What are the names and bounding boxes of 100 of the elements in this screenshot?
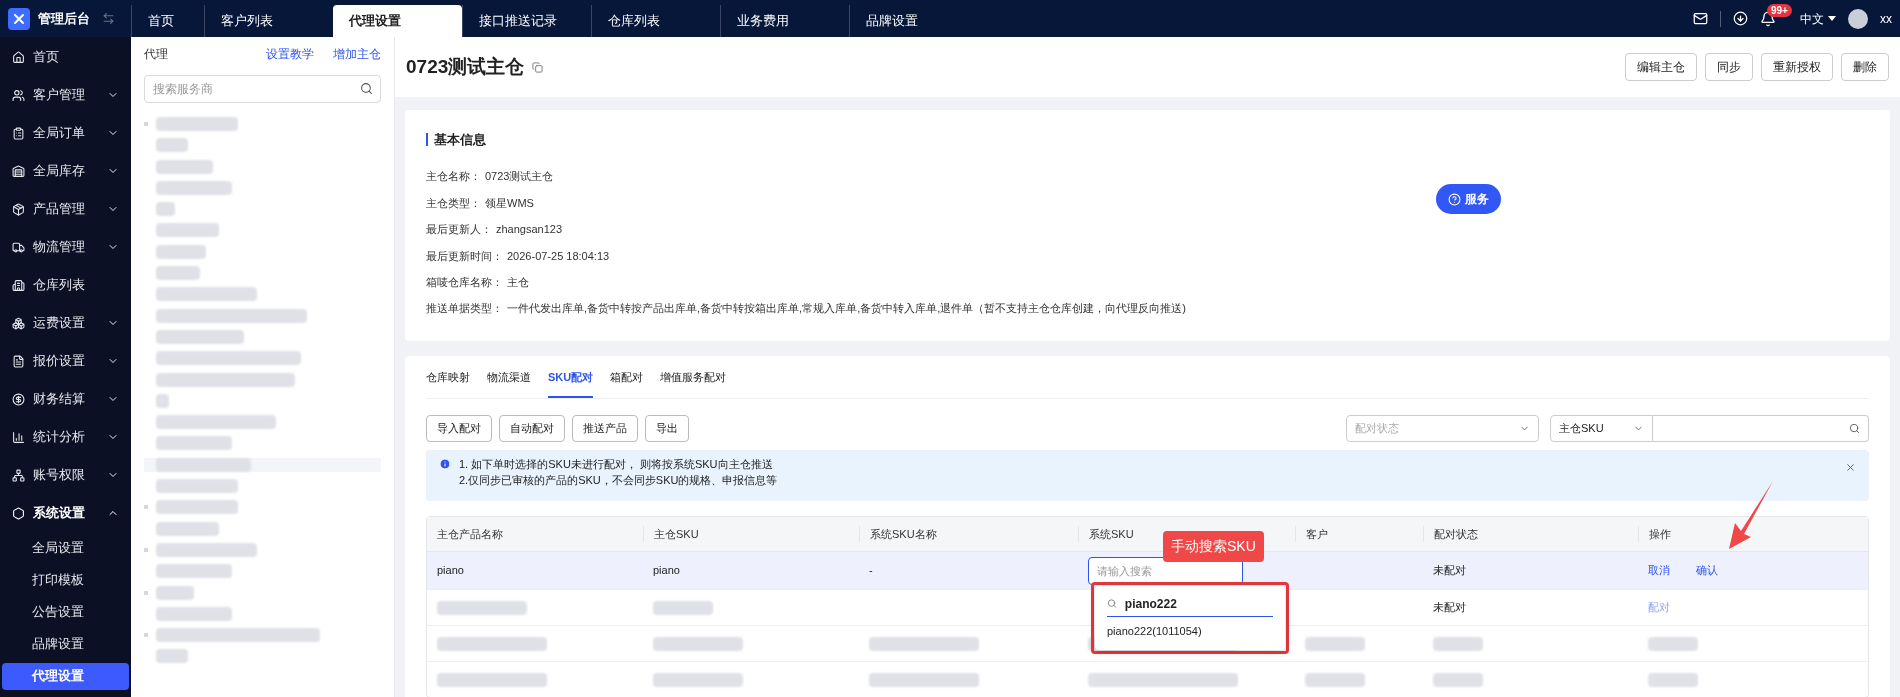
menu-icon: [12, 202, 25, 216]
sidebar-item[interactable]: 客户管理: [0, 76, 131, 114]
submenu-item[interactable]: 公告设置: [2, 598, 129, 626]
section-tab[interactable]: 增值服务配对: [660, 368, 727, 398]
menu-icon: [12, 430, 25, 444]
logo-icon: [8, 7, 30, 30]
submenu-item[interactable]: 代理设置: [2, 662, 129, 690]
avatar-icon[interactable]: [1848, 8, 1868, 29]
action-button[interactable]: 导出: [645, 414, 689, 442]
annotation-callout: 手动搜索SKU: [1163, 531, 1264, 562]
search-icon: [1849, 422, 1860, 434]
column-header: 配对状态: [1423, 525, 1638, 543]
sidebar-item[interactable]: 首页: [0, 38, 131, 76]
section-tab[interactable]: 箱配对: [610, 368, 644, 398]
language-select[interactable]: 中文: [1800, 9, 1836, 28]
header-button[interactable]: 编辑主仓: [1625, 53, 1697, 81]
table-cell-text: piano: [652, 563, 681, 579]
mailbox-icon[interactable]: [1693, 11, 1708, 26]
service-button[interactable]: 服务: [1436, 184, 1501, 214]
blurred-text: [1305, 672, 1365, 687]
section-tab[interactable]: SKU配对: [548, 368, 594, 398]
blurred-text: [156, 521, 219, 536]
header-button[interactable]: 删除: [1841, 53, 1889, 81]
menu-icon: [12, 164, 25, 178]
help-icon: [1448, 192, 1461, 206]
blurred-text: [156, 393, 169, 408]
sidebar-item[interactable]: 统计分析: [0, 418, 131, 456]
dropdown-option[interactable]: piano222(1011054): [1107, 617, 1273, 645]
menu-icon: [12, 240, 25, 254]
notice-text: 2.仅同步已审核的产品的SKU，不会同步SKU的规格、申报信息等: [459, 473, 779, 488]
app-title: 管理后台: [38, 9, 90, 28]
menu-icon: [12, 278, 25, 292]
header-button[interactable]: 重新授权: [1761, 53, 1833, 81]
menu-icon: [12, 88, 25, 102]
field-value: 0723测试主仓: [485, 169, 554, 185]
info-icon: [439, 458, 451, 470]
page-title: 0723测试主仓: [406, 54, 525, 79]
action-button[interactable]: 推送产品: [572, 414, 638, 442]
row-action-link[interactable]: 取消: [1648, 562, 1670, 579]
blurred-text: [1305, 636, 1365, 651]
section-tab[interactable]: 仓库映射: [426, 368, 470, 398]
menu-icon: [12, 50, 25, 64]
field-label: 箱唛仓库名称：: [426, 275, 503, 290]
sidebar-item[interactable]: 仓库列表: [0, 266, 131, 304]
section-heading: 基本信息: [434, 131, 486, 149]
sidebar-item[interactable]: 财务结算: [0, 380, 131, 418]
menu-icon: [12, 392, 25, 406]
field-value: 2026-07-25 18:04:13: [507, 248, 610, 264]
blurred-text: [156, 649, 188, 664]
close-icon[interactable]: [1845, 462, 1856, 473]
sidebar-item[interactable]: 账号权限: [0, 456, 131, 494]
column-header: 主仓SKU: [643, 525, 859, 543]
column-header: 系统SKU名称: [859, 525, 1078, 543]
field-label: 最后更新人：: [426, 222, 492, 238]
sku-search-field[interactable]: [1653, 414, 1869, 442]
blurred-text: [156, 585, 194, 600]
sidebar-item[interactable]: 系统设置: [0, 494, 131, 532]
blurred-text: [653, 600, 713, 615]
menu-icon: [12, 126, 25, 140]
dropdown-search-field[interactable]: piano222: [1124, 594, 1273, 613]
panel-title: 代理: [144, 46, 169, 63]
blurred-text: [1433, 672, 1483, 687]
blurred-text: [1433, 636, 1483, 651]
search-type-select[interactable]: 主仓SKU: [1550, 414, 1653, 442]
search-field[interactable]: 搜索服务商: [144, 75, 381, 103]
table-cell-text: piano: [436, 563, 465, 579]
search-icon: [1107, 598, 1117, 609]
nav-tab[interactable]: 代理设置: [333, 5, 462, 37]
field-value: 领星WMS: [485, 195, 534, 211]
sidebar-item[interactable]: 全局订单: [0, 114, 131, 152]
submenu-item[interactable]: 品牌设置: [2, 630, 129, 658]
sidebar-item[interactable]: 运费设置: [0, 304, 131, 342]
search-icon[interactable]: [360, 82, 373, 95]
copy-icon[interactable]: [532, 61, 544, 73]
submenu-item[interactable]: 全局设置: [2, 534, 129, 562]
blurred-text: [156, 244, 207, 259]
panel-link[interactable]: 增加主仓: [333, 45, 381, 63]
header-button[interactable]: 同步: [1705, 53, 1753, 81]
field-label: 推送单据类型：: [426, 301, 503, 317]
section-tab[interactable]: 物流渠道: [487, 368, 531, 398]
row-action-link[interactable]: 确认: [1696, 562, 1718, 579]
submenu-item[interactable]: 打印模板: [2, 566, 129, 594]
blurred-text: [156, 159, 213, 174]
action-button[interactable]: 自动配对: [499, 414, 565, 442]
status-cell-text: 未配对: [1432, 563, 1467, 579]
blurred-text: [156, 223, 219, 238]
sidebar-item[interactable]: 报价设置: [0, 342, 131, 380]
action-button[interactable]: 导入配对: [426, 414, 492, 442]
status-cell-text: 未配对: [1432, 600, 1467, 616]
user-name: xx: [1880, 10, 1892, 28]
menu-icon: [12, 316, 25, 330]
panel-link[interactable]: 设置教学: [266, 45, 314, 63]
collapse-icon[interactable]: [102, 12, 115, 25]
field-label: 主仓名称：: [426, 169, 481, 185]
blurred-text: [156, 266, 201, 281]
download-icon[interactable]: [1733, 11, 1748, 26]
sidebar-item[interactable]: 物流管理: [0, 228, 131, 266]
field-label: 最后更新时间：: [426, 248, 503, 264]
sidebar-item[interactable]: 产品管理: [0, 190, 131, 228]
sidebar-item[interactable]: 全局库存: [0, 152, 131, 190]
